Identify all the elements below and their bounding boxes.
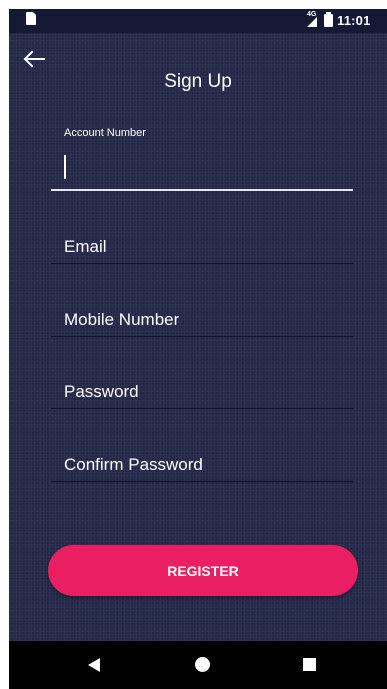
sign-up-screen: 4G 11:01 Sign Up Account Number REGISTER xyxy=(9,9,387,689)
nav-home-icon[interactable] xyxy=(195,657,210,672)
password-input[interactable] xyxy=(64,377,353,407)
back-button[interactable] xyxy=(23,49,47,69)
arrow-left-icon xyxy=(23,50,45,68)
status-clock: 11:01 xyxy=(337,13,371,28)
confirm-password-field[interactable] xyxy=(51,439,353,482)
password-field[interactable] xyxy=(51,366,353,409)
confirm-password-input[interactable] xyxy=(64,450,353,480)
account-number-input[interactable] xyxy=(67,159,353,189)
email-field[interactable] xyxy=(51,221,353,264)
navigation-bar xyxy=(9,641,387,689)
battery-icon xyxy=(324,12,333,27)
password-underline xyxy=(51,408,353,409)
account-number-field[interactable]: Account Number xyxy=(51,121,353,191)
nav-back-icon[interactable] xyxy=(88,658,100,672)
register-button[interactable]: REGISTER xyxy=(48,545,358,596)
page-title: Sign Up xyxy=(164,71,232,92)
mobile-number-underline xyxy=(51,336,353,337)
email-underline xyxy=(51,263,353,264)
text-cursor xyxy=(64,155,66,179)
confirm-password-underline xyxy=(51,481,353,482)
status-bar: 4G 11:01 xyxy=(9,9,387,33)
nav-recents-icon[interactable] xyxy=(303,658,316,671)
mobile-number-input[interactable] xyxy=(64,305,353,335)
signal-icon xyxy=(307,17,317,27)
sd-card-icon xyxy=(26,12,36,25)
account-number-underline xyxy=(51,189,353,191)
email-input[interactable] xyxy=(64,232,353,262)
account-number-label: Account Number xyxy=(64,127,146,139)
mobile-number-field[interactable] xyxy=(51,294,353,337)
